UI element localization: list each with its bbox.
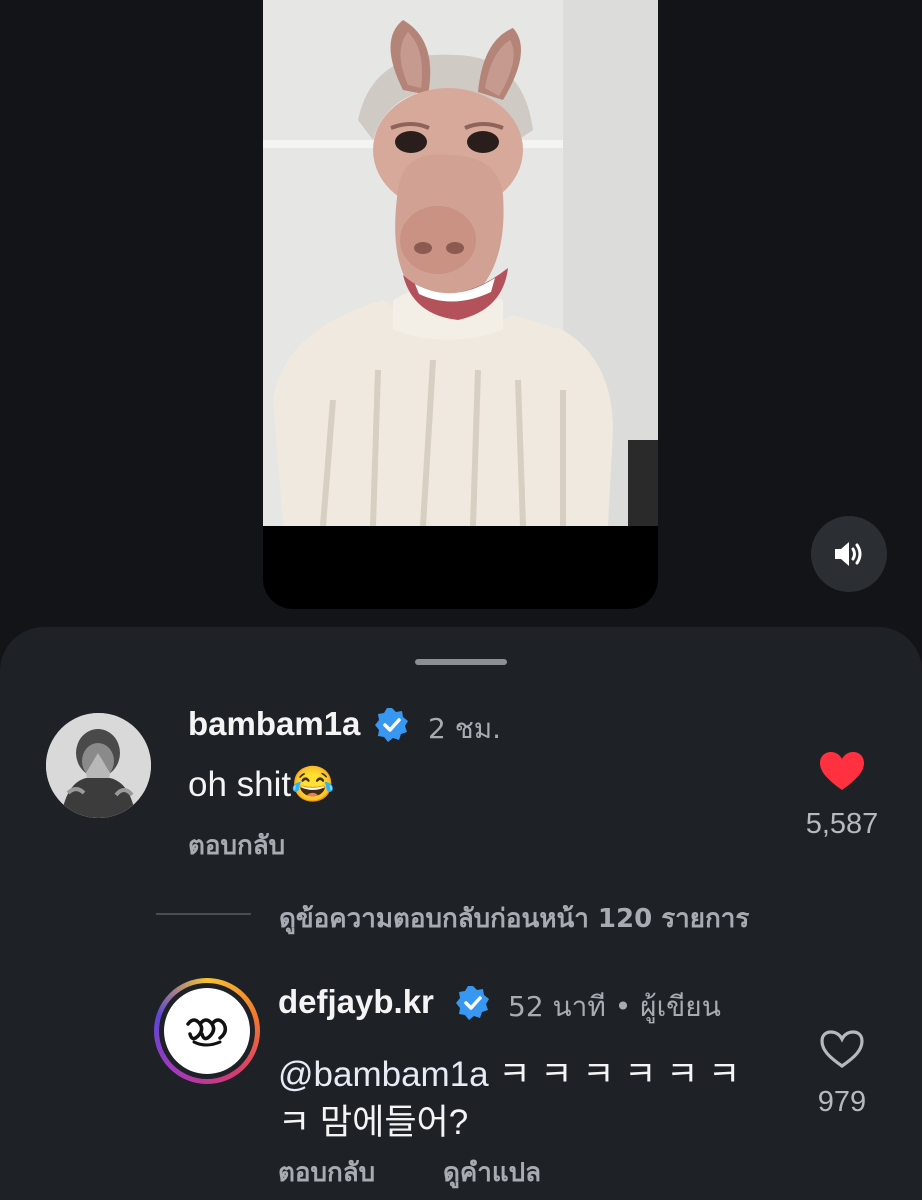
- verified-badge-icon: [375, 708, 408, 742]
- reply-button[interactable]: ตอบกลับ: [188, 825, 285, 866]
- comment-timestamp: 2 ชม.: [428, 712, 502, 745]
- replies-divider: [156, 913, 251, 915]
- sound-on-icon: [835, 542, 862, 566]
- heart-filled-icon: [820, 752, 864, 790]
- like-button[interactable]: [818, 750, 866, 796]
- avatar-ring-gap: [159, 983, 255, 1079]
- reply-text-line-2: ㅋ 맘에들어?: [278, 1103, 469, 1142]
- like-button[interactable]: [818, 1028, 866, 1074]
- sound-toggle-button[interactable]: [811, 516, 887, 592]
- verified-badge-icon: [456, 986, 489, 1020]
- sheet-drag-handle[interactable]: [415, 659, 507, 665]
- avatar-logo: [164, 988, 250, 1074]
- comment-text: oh shit😂: [188, 765, 335, 804]
- reply-username[interactable]: defjayb.kr: [278, 983, 434, 1021]
- like-count: 979: [817, 1086, 867, 1118]
- like-count: 5,587: [805, 808, 879, 840]
- reply-text-line-1: @bambam1a ㅋ ㅋ ㅋ ㅋ ㅋ ㅋ: [278, 1046, 740, 1097]
- view-previous-replies-link[interactable]: ดูข้อความตอบกลับก่อนหน้า 120 รายการ: [279, 898, 749, 939]
- avatar-photo: [46, 713, 151, 818]
- reply-meta: 52 นาที • ผู้เขียน: [508, 990, 721, 1023]
- reply-button[interactable]: ตอบกลับ: [278, 1152, 375, 1193]
- screen: bambam1a 2 ชม. oh shit😂 ตอบกลับ 5,587 ดู…: [0, 0, 922, 1200]
- video-frame: [263, 0, 658, 526]
- brand-logo-icon: [186, 1018, 228, 1047]
- reply-text: ㅋ ㅋ ㅋ ㅋ ㅋ ㅋ: [498, 1055, 741, 1094]
- heart-outline-icon: [820, 1030, 864, 1068]
- see-translation-button[interactable]: ดูคำแปล: [443, 1152, 541, 1193]
- mention-link[interactable]: @bambam1a: [278, 1055, 489, 1094]
- comment-username[interactable]: bambam1a: [188, 705, 360, 743]
- avatar[interactable]: [154, 978, 260, 1084]
- video-preview[interactable]: [263, 0, 658, 609]
- avatar[interactable]: [46, 713, 151, 818]
